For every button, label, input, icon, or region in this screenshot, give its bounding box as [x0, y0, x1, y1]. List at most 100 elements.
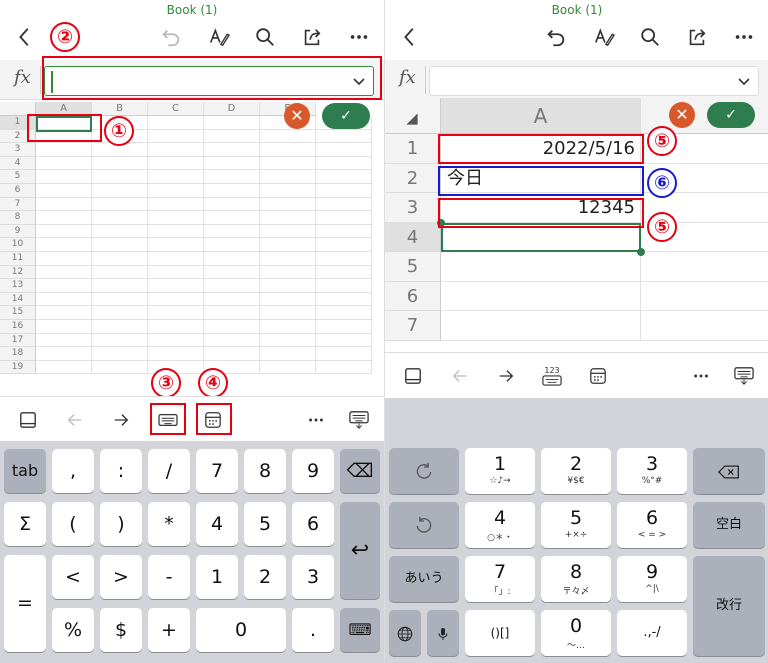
key-mic[interactable]: [427, 610, 459, 656]
grid-cell[interactable]: [204, 306, 260, 320]
key-1[interactable]: 1 ☆♪→: [465, 448, 535, 494]
grid-cell[interactable]: [92, 238, 148, 252]
grid-cell[interactable]: [204, 333, 260, 348]
grid-cell[interactable]: [260, 292, 316, 307]
grid-cell[interactable]: [148, 143, 204, 157]
arrow-left-icon[interactable]: [447, 363, 473, 389]
row-header[interactable]: 19: [0, 360, 36, 375]
grid-cell[interactable]: [441, 252, 641, 282]
grid-cell[interactable]: [36, 170, 92, 184]
grid-cell[interactable]: [316, 347, 372, 361]
grid-cell[interactable]: [148, 252, 204, 266]
grid-cell[interactable]: [92, 184, 148, 198]
key-3[interactable]: 3: [292, 555, 334, 599]
key-open-paren[interactable]: (: [52, 502, 94, 546]
grid-cell[interactable]: [204, 170, 260, 184]
grid-cell[interactable]: [92, 306, 148, 320]
row-header[interactable]: 8: [0, 211, 36, 225]
grid-cell[interactable]: [260, 252, 316, 266]
key-1[interactable]: 1: [196, 555, 238, 599]
key-sigma[interactable]: Σ: [4, 502, 46, 546]
grid-cell[interactable]: [260, 184, 316, 198]
grid-cell[interactable]: [204, 116, 260, 130]
row-header[interactable]: 15: [0, 306, 36, 320]
key-3[interactable]: 3 %°#: [617, 448, 687, 494]
key-backspace[interactable]: [693, 448, 765, 494]
row-header[interactable]: 16: [0, 320, 36, 334]
grid-cell[interactable]: [36, 143, 92, 157]
arrow-right-icon[interactable]: [493, 363, 519, 389]
row-header[interactable]: 3: [0, 143, 36, 157]
grid-cell[interactable]: [36, 320, 92, 334]
grid-cell[interactable]: [260, 265, 316, 280]
select-all-corner[interactable]: [385, 98, 441, 134]
search-icon[interactable]: [635, 22, 665, 52]
grid-cell[interactable]: [36, 265, 92, 280]
row-header[interactable]: 6: [0, 184, 36, 198]
grid-cell[interactable]: [92, 156, 148, 171]
grid-cell[interactable]: [92, 292, 148, 307]
grid-cell[interactable]: [204, 292, 260, 307]
grid-cell[interactable]: [148, 224, 204, 239]
key-2[interactable]: 2: [244, 555, 286, 599]
undo-icon[interactable]: [156, 22, 186, 52]
key-5[interactable]: 5: [244, 502, 286, 546]
key-2[interactable]: 2 ¥$€: [541, 448, 611, 494]
grid-cell[interactable]: [260, 333, 316, 348]
grid-cell[interactable]: [641, 282, 768, 311]
grid-cell[interactable]: [148, 170, 204, 184]
cancel-entry-button[interactable]: ✕: [284, 103, 310, 129]
grid-cell[interactable]: [260, 197, 316, 212]
grid-cell[interactable]: [92, 265, 148, 280]
search-icon[interactable]: [250, 22, 280, 52]
key-6[interactable]: 6 < = >: [617, 502, 687, 548]
grid-cell[interactable]: [316, 129, 372, 144]
row-header[interactable]: 1: [385, 134, 441, 164]
row-header[interactable]: 7: [385, 311, 441, 341]
key-6[interactable]: 6: [292, 502, 334, 546]
more-options-icon[interactable]: [303, 407, 329, 433]
key-redo[interactable]: [389, 448, 459, 494]
key-0[interactable]: 0: [196, 608, 286, 652]
grid-cell[interactable]: [204, 265, 260, 280]
grid-cell[interactable]: [260, 211, 316, 225]
grid-cell[interactable]: [204, 252, 260, 266]
grid-cell[interactable]: [92, 320, 148, 334]
hide-panel-icon[interactable]: [15, 407, 41, 433]
key-close-paren[interactable]: ): [100, 502, 142, 546]
grid-cell[interactable]: [316, 197, 372, 212]
grid-cell[interactable]: [148, 197, 204, 212]
grid-cell[interactable]: [441, 311, 641, 341]
key-7[interactable]: 7 「」:: [465, 556, 535, 602]
grid-cell[interactable]: [316, 156, 372, 171]
grid-cell[interactable]: [36, 156, 92, 171]
grid-cell[interactable]: [260, 320, 316, 334]
key-8[interactable]: 8 〒々〆: [541, 556, 611, 602]
numpad-toggle-icon[interactable]: 123: [537, 363, 567, 389]
grid-cell[interactable]: [92, 211, 148, 225]
grid-cell[interactable]: [148, 116, 204, 130]
grid-cell[interactable]: [204, 279, 260, 293]
key-backspace[interactable]: ⌫: [340, 449, 380, 493]
grid-cell[interactable]: [316, 320, 372, 334]
grid-cell[interactable]: [92, 360, 148, 375]
grid-cell[interactable]: [316, 333, 372, 348]
grid-cell[interactable]: [260, 224, 316, 239]
key-9[interactable]: 9: [292, 449, 334, 493]
grid-cell[interactable]: [36, 197, 92, 212]
grid-cell[interactable]: [148, 320, 204, 334]
row-header[interactable]: 10: [0, 238, 36, 252]
grid-cell[interactable]: [316, 292, 372, 307]
row-header[interactable]: 2: [385, 163, 441, 193]
arrow-right-icon[interactable]: [108, 407, 134, 433]
formula-input[interactable]: [429, 66, 759, 96]
key-colon[interactable]: :: [100, 449, 142, 493]
grid-cell[interactable]: [316, 252, 372, 266]
grid-cell[interactable]: [148, 347, 204, 361]
key-greater-than[interactable]: >: [100, 555, 142, 599]
grid-cell[interactable]: [36, 238, 92, 252]
grid-cell[interactable]: [148, 156, 204, 171]
key-enter[interactable]: 改行: [693, 556, 765, 656]
grid-cell[interactable]: [92, 347, 148, 361]
grid-cell[interactable]: [641, 252, 768, 282]
